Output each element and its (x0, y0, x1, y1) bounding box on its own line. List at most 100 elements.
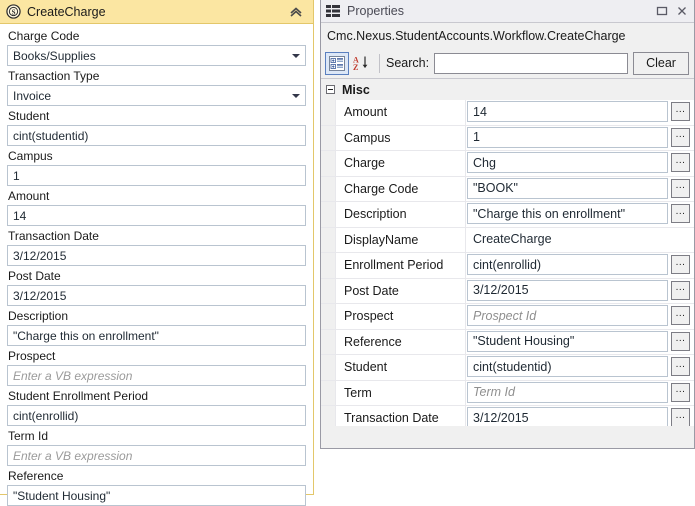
property-ellipsis-button[interactable]: ... (671, 127, 690, 147)
property-value-cell[interactable]: "Student Housing"... (466, 330, 694, 355)
property-value-cell[interactable]: Term Id... (466, 381, 694, 406)
property-row[interactable]: Description "Charge this on enrollment"..… (321, 202, 694, 228)
chevron-double-up-icon[interactable] (287, 3, 309, 21)
property-value-editor[interactable]: Prospect Id (467, 305, 668, 327)
property-name: Amount (336, 100, 466, 125)
property-row[interactable]: Enrollment Period cint(enrollid)... (321, 253, 694, 279)
property-value-cell[interactable]: cint(enrollid)... (466, 253, 694, 278)
clear-search-button[interactable]: Clear (633, 51, 689, 75)
property-ellipsis-button[interactable]: ... (671, 408, 690, 426)
field-textbox[interactable]: 14 (7, 205, 306, 226)
property-name: Post Date (336, 278, 466, 303)
property-row[interactable]: Charge Code "BOOK"... (321, 176, 694, 202)
property-ellipsis-button[interactable]: ... (671, 204, 690, 224)
field-combobox[interactable]: Books/Supplies (7, 45, 306, 66)
field-label: Term Id (8, 429, 49, 443)
property-ellipsis-button[interactable]: ... (671, 331, 690, 351)
property-row[interactable]: Student cint(studentid)... (321, 355, 694, 381)
field-label: Amount (8, 189, 50, 203)
property-value-cell[interactable]: cint(studentid)... (466, 355, 694, 380)
field-textbox[interactable]: "Student Housing" (7, 485, 306, 506)
property-row[interactable]: Charge Chg... (321, 151, 694, 177)
field-textbox[interactable]: 3/12/2015 (7, 245, 306, 266)
property-value-editor[interactable]: cint(enrollid) (467, 254, 668, 276)
coin-dollar-icon: S (6, 4, 21, 19)
field-combobox[interactable]: Invoice (7, 85, 306, 106)
property-name: Reference (336, 329, 466, 354)
field-value: 3/12/2015 (13, 288, 67, 303)
property-value-cell[interactable]: 14... (466, 100, 694, 125)
property-ellipsis-button[interactable]: ... (671, 280, 690, 300)
properties-grid-icon (326, 5, 340, 17)
property-value-cell[interactable]: Prospect Id... (466, 304, 694, 329)
field-textbox[interactable]: Enter a VB expression (7, 445, 306, 466)
property-row-gutter (321, 355, 336, 380)
properties-row-list: Amount 14... Campus 1... Charge Chg... Charge … (321, 100, 694, 426)
property-row[interactable]: DisplayNameCreateCharge... (321, 227, 694, 253)
field-textbox[interactable]: Enter a VB expression (7, 365, 306, 386)
property-name: Charge (336, 151, 466, 176)
property-row[interactable]: Amount 14... (321, 100, 694, 126)
activity-fields: Charge Code Books/Supplies Transaction Typ… (0, 24, 313, 506)
category-header-misc[interactable]: Misc (321, 79, 694, 100)
property-value-editor[interactable]: Chg (467, 152, 668, 174)
property-value-editor[interactable]: cint(studentid) (467, 356, 668, 378)
properties-toolbar: A Z Search: Clear (321, 48, 694, 79)
selected-object-name: Cmc.Nexus.StudentAccounts.Workflow.Creat… (321, 23, 694, 48)
property-name: Transaction Date (336, 406, 466, 426)
activity-header[interactable]: S CreateCharge (0, 0, 313, 24)
property-row-gutter (321, 253, 336, 278)
property-row[interactable]: Reference "Student Housing"... (321, 329, 694, 355)
categorized-view-icon[interactable] (325, 51, 349, 75)
property-ellipsis-button[interactable]: ... (671, 357, 690, 377)
property-value-editor[interactable]: 1 (467, 126, 668, 148)
field-textbox[interactable]: "Charge this on enrollment" (7, 325, 306, 346)
field-value: 14 (13, 208, 27, 223)
property-value-cell[interactable]: 1... (466, 126, 694, 151)
property-row[interactable]: Post Date 3/12/2015... (321, 278, 694, 304)
close-icon[interactable] (672, 2, 692, 21)
property-value-editor[interactable]: 3/12/2015 (467, 279, 668, 301)
property-ellipsis-button[interactable]: ... (671, 255, 690, 275)
property-value-cell[interactable]: CreateCharge... (466, 228, 694, 253)
property-ellipsis-button[interactable]: ... (671, 382, 690, 402)
property-row[interactable]: Prospect Prospect Id... (321, 304, 694, 330)
property-name: Charge Code (336, 176, 466, 201)
property-value-cell[interactable]: "Charge this on enrollment"... (466, 202, 694, 227)
field-textbox[interactable]: 1 (7, 165, 306, 186)
chevron-down-icon[interactable] (292, 93, 300, 98)
search-input[interactable] (434, 52, 628, 74)
property-row[interactable]: Campus 1... (321, 125, 694, 151)
property-ellipsis-button[interactable]: ... (671, 178, 690, 198)
property-ellipsis-button[interactable]: ... (671, 153, 690, 173)
property-value-editor[interactable]: 3/12/2015 (467, 407, 668, 426)
property-row[interactable]: Term Term Id... (321, 380, 694, 406)
property-value-cell[interactable]: 3/12/2015... (466, 279, 694, 304)
svg-text:S: S (12, 10, 16, 17)
property-value-editor[interactable]: "Charge this on enrollment" (467, 203, 668, 225)
properties-titlebar[interactable]: Properties (321, 0, 694, 23)
properties-grid: Misc Amount 14... Campus 1... Charge Chg... Ch… (321, 79, 694, 426)
field-textbox[interactable]: 3/12/2015 (7, 285, 306, 306)
property-ellipsis-button[interactable]: ... (671, 102, 690, 122)
property-value-editor[interactable]: "Student Housing" (467, 330, 668, 352)
collapse-expander-icon[interactable] (326, 85, 335, 94)
field-textbox[interactable]: cint(studentid) (7, 125, 306, 146)
property-value-editor[interactable]: 14 (467, 101, 668, 123)
property-ellipsis-button[interactable]: ... (671, 306, 690, 326)
property-value-editor[interactable]: "BOOK" (467, 177, 668, 199)
field-label: Charge Code (8, 29, 80, 43)
property-value-cell[interactable]: Chg... (466, 151, 694, 176)
property-value-cell[interactable]: "BOOK"... (466, 177, 694, 202)
properties-window: Properties Cmc.Nexus.StudentAccounts.Wor… (320, 0, 695, 449)
property-value-cell[interactable]: 3/12/2015... (466, 406, 694, 426)
maximize-icon[interactable] (652, 2, 672, 21)
property-row-gutter (321, 278, 336, 303)
chevron-down-icon[interactable] (292, 53, 300, 58)
property-value-editor[interactable]: CreateCharge (467, 229, 668, 250)
property-value-editor[interactable]: Term Id (467, 381, 668, 403)
property-row[interactable]: Transaction Date 3/12/2015... (321, 406, 694, 426)
field-textbox[interactable]: cint(enrollid) (7, 405, 306, 426)
alphabetical-sort-icon[interactable]: A Z (349, 52, 373, 75)
property-row-gutter (321, 227, 336, 252)
